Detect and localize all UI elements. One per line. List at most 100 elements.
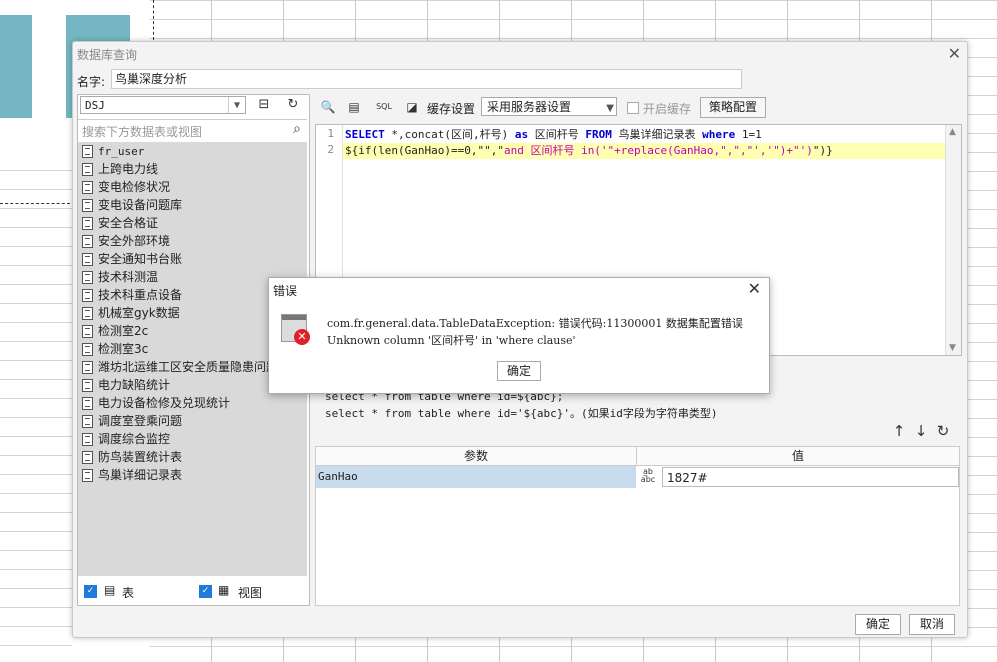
cache-settings-label: 缓存设置 <box>427 102 476 116</box>
table-list-item[interactable]: 上跨电力线 <box>78 160 307 178</box>
enable-cache-checkbox[interactable] <box>627 102 639 114</box>
param-value-input[interactable]: 1827# <box>662 467 959 487</box>
table-list-item-label: 电力设备检修及兑现统计 <box>98 396 231 410</box>
table-icon <box>82 379 93 392</box>
param-table-header: 参数 值 <box>316 447 959 466</box>
scroll-down-icon[interactable]: ▼ <box>949 343 956 353</box>
sql-toolbar: 🔍 ▤ SQL ◪ 缓存设置 采用服务器设置 ▼ 开启缓存 策略配置 <box>313 94 962 120</box>
sql-icon[interactable]: SQL <box>375 98 393 116</box>
cache-settings-select[interactable]: 采用服务器设置 ▼ <box>481 97 617 116</box>
preview-icon[interactable]: 🔍 <box>319 98 337 116</box>
error-dialog: 错误 ✕ ✕ com.fr.general.data.TableDataExce… <box>268 277 770 394</box>
filter-icon[interactable]: ⊟ <box>254 96 274 114</box>
table-icon <box>82 343 93 356</box>
name-input[interactable]: 鸟巢深度分析 <box>111 69 742 89</box>
table-icon <box>82 397 93 410</box>
table-icon <box>82 163 93 176</box>
table-icon <box>82 199 93 212</box>
table-list-item[interactable]: 变电设备问题库 <box>78 196 307 214</box>
ok-button[interactable]: 确定 <box>855 614 901 635</box>
value-column-header: 值 <box>791 449 804 463</box>
table-icon <box>82 253 93 266</box>
sql-text: *,concat(区间,杆号) <box>384 128 515 141</box>
refresh-icon[interactable]: ↻ <box>932 422 954 440</box>
param-row[interactable]: GanHao a̲b abc 1827# <box>316 466 959 488</box>
document-icon[interactable]: ▤ <box>345 98 363 116</box>
table-list-item-label: 潍坊北运维工区安全质量隐患问题 <box>98 360 279 374</box>
policy-config-button[interactable]: 策略配置 <box>700 97 766 118</box>
table-icon <box>82 469 93 482</box>
param-column-header: 参数 <box>316 447 637 465</box>
table-list-item[interactable]: 调度综合监控 <box>78 430 307 448</box>
text-type-icon[interactable]: a̲b abc <box>638 468 658 486</box>
editor-scrollbar[interactable]: ▲ ▼ <box>945 125 961 355</box>
view-checkbox[interactable]: ✓ <box>199 585 212 598</box>
database-select-value: DSJ <box>85 99 105 112</box>
dialog-title: 数据库查询 <box>77 48 138 62</box>
param-toolbar: ↑ ↓ ↻ <box>888 422 958 440</box>
param-table: 参数 值 GanHao a̲b abc 1827# <box>315 446 960 606</box>
table-list-item[interactable]: 电力设备检修及兑现统计 <box>78 394 307 412</box>
table-icon <box>82 235 93 248</box>
table-list-item-label: 安全通知书台账 <box>98 252 183 266</box>
table-icon <box>82 271 93 284</box>
sql-line-2: ${if(len(GanHao)==0,"","and 区间杆号 in('"+r… <box>345 143 833 159</box>
sql-text: ")} <box>812 144 833 157</box>
error-message-line: Unknown column '区间杆号' in 'where clause' <box>327 334 576 347</box>
table-icon <box>82 415 93 428</box>
table-icon <box>82 217 93 230</box>
database-select[interactable]: DSJ ▼ <box>80 96 246 114</box>
table-checkbox[interactable]: ✓ <box>84 585 97 598</box>
table-list-item[interactable]: 鸟巢详细记录表 <box>78 466 307 484</box>
dashed-line <box>153 0 154 40</box>
sql-text: 鸟巢详细记录表 <box>611 128 703 141</box>
table-list-item[interactable]: 防鸟装置统计表 <box>78 448 307 466</box>
arrow-down-icon[interactable]: ↓ <box>910 422 932 440</box>
table-icon <box>82 181 93 194</box>
table-list-item[interactable]: 安全合格证 <box>78 214 307 232</box>
view-type-icon: ▦ <box>218 583 230 597</box>
search-icon[interactable]: ⌕ <box>293 121 301 137</box>
table-list-item-label: 安全合格证 <box>98 216 159 230</box>
scroll-up-icon[interactable]: ▲ <box>949 127 956 137</box>
search-placeholder: 搜索下方数据表或视图 <box>82 125 203 139</box>
error-message: com.fr.general.data.TableDataException: … <box>327 315 743 349</box>
sql-keyword: where <box>702 128 736 141</box>
table-list-item[interactable]: 变电检修状况 <box>78 178 307 196</box>
teal-block <box>0 15 32 118</box>
error-ok-button[interactable]: 确定 <box>497 361 541 381</box>
sql-keyword: as <box>514 128 529 141</box>
left-row-lines <box>0 170 72 662</box>
close-icon[interactable]: ✕ <box>948 44 961 63</box>
cache-icon[interactable]: ◪ <box>403 98 421 116</box>
close-icon[interactable]: ✕ <box>748 279 761 298</box>
table-type-icon: ▤ <box>104 583 116 597</box>
cancel-button[interactable]: 取消 <box>909 614 955 635</box>
table-list-item[interactable]: fr_user <box>78 142 307 160</box>
table-list-item-label: 技术科测温 <box>98 270 159 284</box>
table-list-item[interactable]: 安全通知书台账 <box>78 250 307 268</box>
error-icon: ✕ <box>281 314 310 345</box>
table-list-item-label: 变电设备问题库 <box>98 198 183 212</box>
table-list-item-label: 上跨电力线 <box>98 162 159 176</box>
line-number: 2 <box>327 143 334 156</box>
hint-line: select * from table where id='${abc}'。(如… <box>325 407 718 420</box>
table-list-item-label: 检测室2c <box>98 324 149 338</box>
table-list-item-label: fr_user <box>98 145 145 158</box>
sql-string: and 区间杆号 in('"+replace(GanHao,",","','")… <box>503 144 813 157</box>
table-search[interactable]: 搜索下方数据表或视图 ⌕ <box>78 119 307 143</box>
arrow-up-icon[interactable]: ↑ <box>888 422 910 440</box>
table-icon <box>82 361 93 374</box>
table-list-item-label: 电力缺陷统计 <box>98 378 171 392</box>
line-number: 1 <box>327 127 334 140</box>
table-list-item[interactable]: 调度室登乘问题 <box>78 412 307 430</box>
table-icon <box>82 433 93 446</box>
sql-keyword: SELECT <box>345 128 385 141</box>
table-list-item-label: 鸟巢详细记录表 <box>98 468 183 482</box>
table-list-item-label: 调度室登乘问题 <box>98 414 183 428</box>
name-label: 名字: <box>77 75 106 89</box>
table-list-item-label: 技术科重点设备 <box>98 288 183 302</box>
table-list-item[interactable]: 安全外部环境 <box>78 232 307 250</box>
table-list-item-label: 防鸟装置统计表 <box>98 450 183 464</box>
refresh-icon[interactable]: ↻ <box>283 96 303 114</box>
